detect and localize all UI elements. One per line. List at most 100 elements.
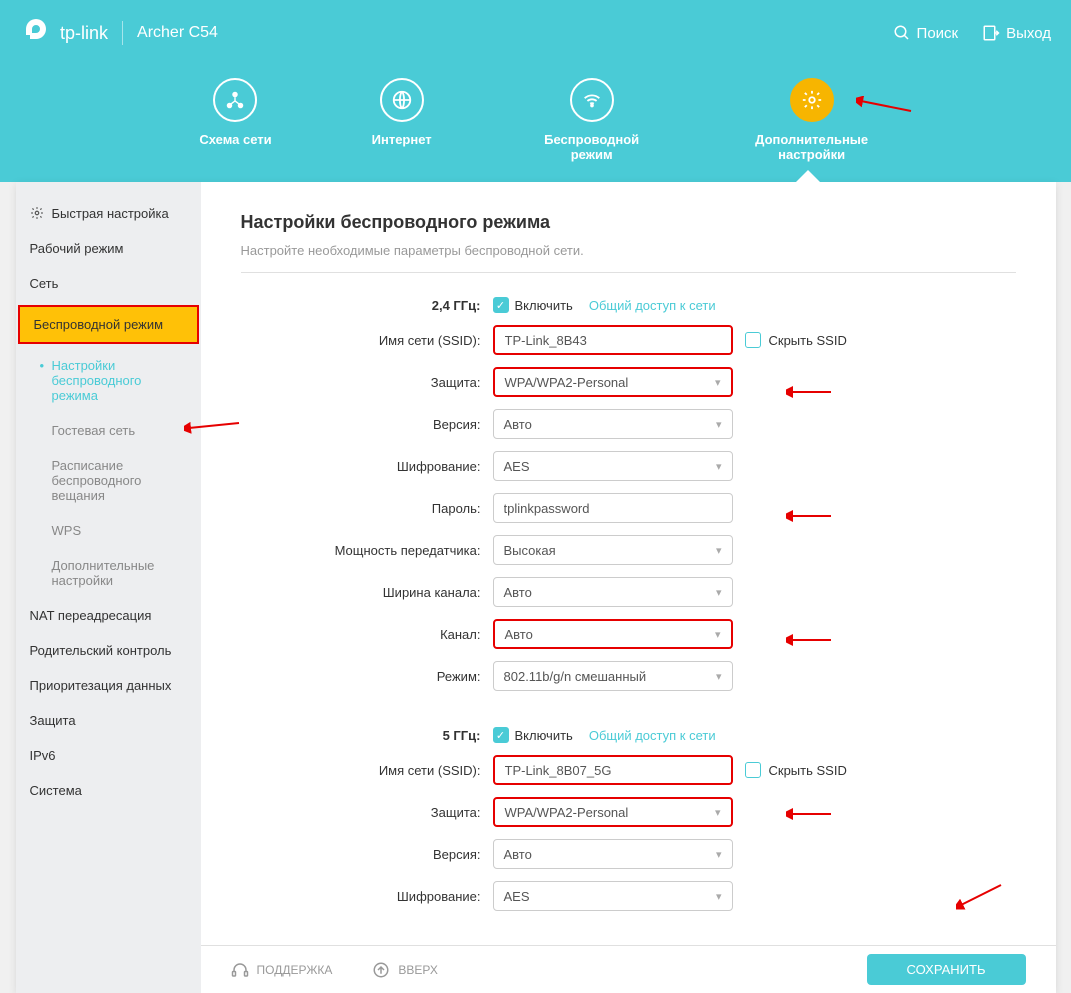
enable-24-checkbox[interactable]: ✓ — [493, 297, 509, 313]
tab-internet-label: Интернет — [372, 132, 432, 147]
menu-ipv6[interactable]: IPv6 — [16, 738, 201, 773]
content: Быстрая настройка Рабочий режим Сеть Бес… — [16, 182, 1056, 993]
tplink-logo-icon — [20, 17, 52, 49]
hide-ssid-24-checkbox[interactable] — [745, 332, 761, 348]
active-tab-pointer — [796, 170, 820, 182]
mode-24-select[interactable]: 802.11b/g/n смешанный▾ — [493, 661, 733, 691]
label-security-5: Защита: — [241, 805, 481, 820]
headset-icon — [231, 961, 249, 979]
menu-security[interactable]: Защита — [16, 703, 201, 738]
submenu-wireless-settings-label: Настройки беспроводного режима — [52, 358, 142, 403]
menu-parental-label: Родительский контроль — [30, 643, 172, 658]
label-txpower-24: Мощность передатчика: — [241, 543, 481, 558]
security-5-select[interactable]: WPA/WPA2-Personal ▾ — [493, 797, 733, 827]
txpower-24-select[interactable]: Высокая ▾ — [493, 535, 733, 565]
chevron-down-icon: ▾ — [716, 418, 722, 431]
security-24-value: WPA/WPA2-Personal — [505, 375, 629, 390]
support-link[interactable]: ПОДДЕРЖКА — [231, 961, 333, 979]
chanwidth-24-value: Авто — [504, 585, 532, 600]
page-subtitle: Настройте необходимые параметры беспрово… — [241, 243, 1016, 273]
submenu-advanced-label: Дополнительные настройки — [52, 558, 155, 588]
tab-advanced[interactable]: Дополнительные настройки — [752, 78, 872, 162]
main-panel: Настройки беспроводного режима Настройте… — [201, 182, 1056, 993]
encryption-5-select[interactable]: AES▾ — [493, 881, 733, 911]
channel-24-select[interactable]: Авто▾ — [493, 619, 733, 649]
header-divider — [122, 21, 123, 45]
menu-network-label: Сеть — [30, 276, 59, 291]
txpower-24-value: Высокая — [504, 543, 556, 558]
chevron-down-icon: ▾ — [716, 890, 722, 903]
chevron-down-icon: ▾ — [715, 628, 721, 641]
chanwidth-24-select[interactable]: Авто ▾ — [493, 577, 733, 607]
chevron-down-icon: ▾ — [716, 460, 722, 473]
sharing-24-link[interactable]: Общий доступ к сети — [589, 298, 716, 313]
submenu-wireless-settings[interactable]: Настройки беспроводного режима — [32, 348, 201, 413]
menu-system[interactable]: Система — [16, 773, 201, 808]
label-encryption-24: Шифрование: — [241, 459, 481, 474]
enable-24-label: Включить — [515, 298, 573, 313]
save-button[interactable]: СОХРАНИТЬ — [867, 954, 1026, 985]
ssid-5-input[interactable] — [493, 755, 733, 785]
search-label: Поиск — [917, 25, 959, 42]
label-24ghz: 2,4 ГГц: — [241, 298, 481, 313]
tab-wireless[interactable]: Беспроводной режим — [532, 78, 652, 162]
chevron-down-icon: ▾ — [716, 670, 722, 683]
label-version-5: Версия: — [241, 847, 481, 862]
support-label: ПОДДЕРЖКА — [257, 963, 333, 977]
chevron-down-icon: ▾ — [716, 848, 722, 861]
password-24-input[interactable] — [493, 493, 733, 523]
menu-system-label: Система — [30, 783, 82, 798]
logout-link[interactable]: Выход — [982, 24, 1051, 42]
tab-internet[interactable]: Интернет — [372, 78, 432, 162]
submenu-advanced[interactable]: Дополнительные настройки — [32, 548, 201, 598]
encryption-24-select[interactable]: AES ▾ — [493, 451, 733, 481]
submenu-guest-network[interactable]: Гостевая сеть — [32, 413, 201, 448]
menu-qos[interactable]: Приоритезация данных — [16, 668, 201, 703]
sharing-5-link[interactable]: Общий доступ к сети — [589, 728, 716, 743]
version-5-select[interactable]: Авто ▾ — [493, 839, 733, 869]
main-tabs: Схема сети Интернет Беспроводной режим Д… — [0, 66, 1071, 182]
tab-advanced-label: Дополнительные настройки — [752, 132, 872, 162]
page-title: Настройки беспроводного режима — [241, 212, 1016, 233]
version-24-select[interactable]: Авто ▾ — [493, 409, 733, 439]
search-link[interactable]: Поиск — [893, 24, 959, 42]
chevron-down-icon: ▾ — [716, 544, 722, 557]
enable-5-label: Включить — [515, 728, 573, 743]
hide-ssid-24-label: Скрыть SSID — [769, 333, 847, 348]
menu-quick-setup[interactable]: Быстрая настройка — [16, 196, 201, 231]
menu-parental[interactable]: Родительский контроль — [16, 633, 201, 668]
advanced-icon — [790, 78, 834, 122]
chevron-down-icon: ▾ — [715, 376, 721, 389]
label-chanwidth-24: Ширина канала: — [241, 585, 481, 600]
encryption-24-value: AES — [504, 459, 530, 474]
menu-operation-mode[interactable]: Рабочий режим — [16, 231, 201, 266]
brand-text: tp-link — [60, 23, 108, 44]
top-link[interactable]: ВВЕРХ — [372, 961, 437, 979]
menu-nat[interactable]: NAT переадресация — [16, 598, 201, 633]
label-ssid-24: Имя сети (SSID): — [241, 333, 481, 348]
ssid-24-input[interactable] — [493, 325, 733, 355]
hide-ssid-5-checkbox[interactable] — [745, 762, 761, 778]
label-mode-24: Режим: — [241, 669, 481, 684]
menu-network[interactable]: Сеть — [16, 266, 201, 301]
chevron-down-icon: ▾ — [716, 586, 722, 599]
submenu-wireless-schedule[interactable]: Расписание беспроводного вещания — [32, 448, 201, 513]
chevron-down-icon: ▾ — [715, 806, 721, 819]
menu-qos-label: Приоритезация данных — [30, 678, 172, 693]
logout-icon — [982, 24, 1000, 42]
internet-icon — [380, 78, 424, 122]
submenu-wps[interactable]: WPS — [32, 513, 201, 548]
gear-icon — [30, 206, 44, 220]
enable-5-checkbox[interactable]: ✓ — [493, 727, 509, 743]
menu-wireless[interactable]: Беспроводной режим — [18, 305, 199, 344]
version-24-value: Авто — [504, 417, 532, 432]
security-24-select[interactable]: WPA/WPA2-Personal ▾ — [493, 367, 733, 397]
version-5-value: Авто — [504, 847, 532, 862]
footer-bar: ПОДДЕРЖКА ВВЕРХ СОХРАНИТЬ — [201, 945, 1056, 993]
tab-network-map[interactable]: Схема сети — [199, 78, 271, 162]
wireless-icon — [570, 78, 614, 122]
label-password-24: Пароль: — [241, 501, 481, 516]
menu-nat-label: NAT переадресация — [30, 608, 152, 623]
network-map-icon — [213, 78, 257, 122]
security-5-value: WPA/WPA2-Personal — [505, 805, 629, 820]
